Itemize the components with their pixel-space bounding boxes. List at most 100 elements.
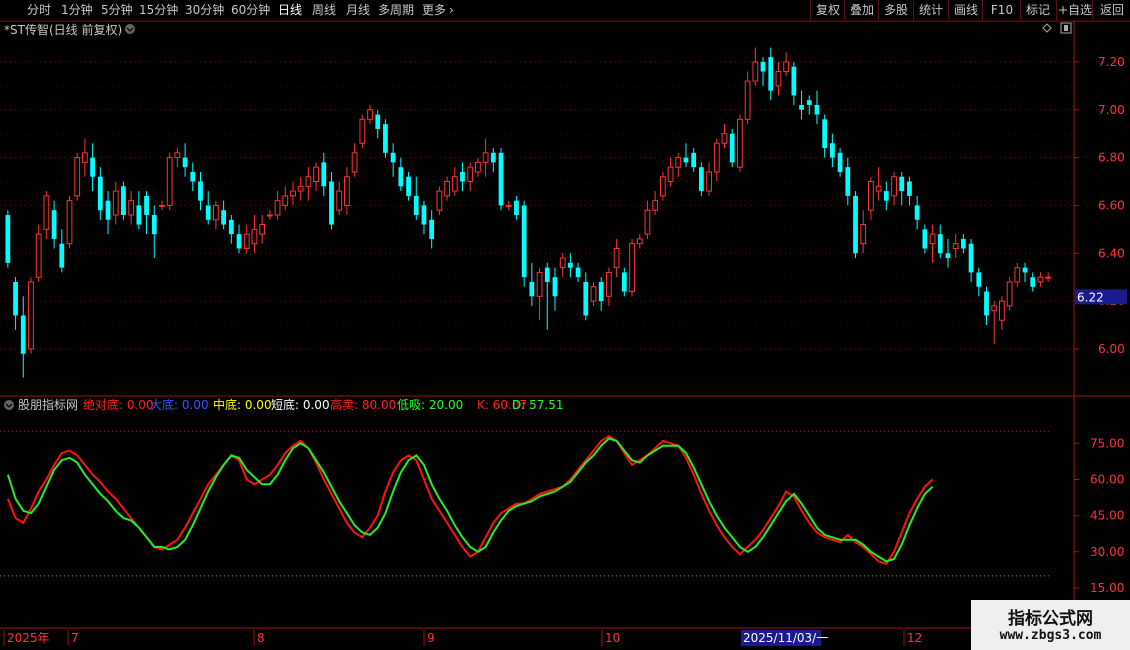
candle-down	[521, 205, 527, 278]
price-axis-label: 7.20	[1098, 55, 1125, 69]
candle-down	[544, 267, 550, 282]
candle-up	[213, 204, 219, 221]
date-axis-label: 12	[907, 631, 922, 645]
candle-up	[367, 109, 373, 120]
candle-down	[922, 229, 928, 249]
candle-up	[436, 190, 443, 211]
candle-up	[266, 214, 273, 217]
candle-down	[375, 114, 381, 129]
candle-up	[1037, 276, 1044, 283]
candle-up	[451, 176, 458, 192]
indicator-title: 股朋指标网	[18, 397, 78, 412]
candle-down	[822, 119, 828, 149]
period-tab-1[interactable]: 1分钟	[61, 2, 93, 18]
candle-down	[90, 157, 96, 177]
indicator-series	[6, 434, 934, 565]
toolbar-button-4[interactable]: 画线	[948, 0, 983, 20]
toolbar-button-3[interactable]: 统计	[913, 0, 948, 20]
toolbar-button-0[interactable]: 复权	[810, 0, 845, 20]
period-tab-3[interactable]: 15分钟	[139, 2, 178, 18]
date-axis-label: 7	[71, 631, 79, 645]
candle-up	[706, 171, 712, 192]
indicator-value-3: 短底: 0.00	[271, 397, 330, 412]
candle-up	[444, 181, 450, 197]
candle-down	[698, 167, 704, 192]
panel-menu-icon[interactable]	[125, 24, 135, 34]
candle-up	[74, 157, 81, 197]
indicator-axis-label: 60.00	[1090, 472, 1124, 486]
candle-down	[514, 200, 519, 215]
toolbar-button-8[interactable]: 返回	[1092, 0, 1130, 20]
diamond-icon[interactable]	[1042, 23, 1052, 33]
indicator-axis-label: 30.00	[1090, 545, 1124, 559]
candle-up	[860, 224, 867, 245]
toolbar-button-1[interactable]: 叠加	[844, 0, 879, 20]
period-tab-5[interactable]: 60分钟	[231, 2, 270, 18]
candle-down	[136, 205, 142, 225]
period-tab-6[interactable]: 日线	[278, 2, 302, 18]
candle-down	[984, 291, 989, 316]
period-tab-7[interactable]: 周线	[312, 2, 336, 18]
candle-up	[344, 176, 350, 206]
candle-down	[567, 262, 573, 268]
candle-down	[814, 104, 820, 115]
date-axis-label: 2025年	[7, 631, 50, 645]
candle-up	[652, 200, 659, 211]
candle-down	[460, 171, 465, 182]
candle-up	[1006, 281, 1013, 307]
period-tab-0[interactable]: 分时	[27, 2, 51, 18]
candle-down	[5, 215, 11, 263]
candle-up	[606, 271, 612, 297]
candle-down	[621, 272, 627, 292]
candle-up	[559, 257, 566, 269]
candle-up	[721, 133, 728, 144]
candle-up	[659, 176, 666, 197]
toolbar-button-7[interactable]: +自选	[1056, 0, 1093, 20]
candle-down	[907, 181, 912, 196]
candle-up	[482, 152, 489, 163]
candle-down	[683, 157, 689, 163]
indicator-menu-icon[interactable]	[4, 400, 14, 410]
more-chevron-icon[interactable]: ›	[449, 2, 454, 18]
candle-down	[799, 104, 804, 110]
candle-down	[853, 195, 858, 254]
period-tab-4[interactable]: 30分钟	[185, 2, 224, 18]
candle-up	[1045, 276, 1052, 279]
candle-down	[105, 200, 111, 220]
candle-up	[112, 190, 119, 216]
candle-up	[66, 200, 73, 245]
candle-down	[729, 133, 735, 163]
period-tab-2[interactable]: 5分钟	[101, 2, 133, 18]
candle-up	[752, 61, 759, 82]
candle-up	[952, 243, 959, 249]
watermark-title: 指标公式网	[1008, 609, 1093, 629]
period-tab-8[interactable]: 月线	[346, 2, 370, 18]
candle-up	[868, 181, 874, 211]
candle-down	[945, 253, 951, 259]
candle-down	[791, 66, 797, 96]
date-cursor-label: 2025/11/03/一	[743, 631, 828, 645]
candle-down	[960, 238, 966, 249]
period-tab-9[interactable]: 多周期	[378, 2, 414, 18]
candle-down	[845, 167, 851, 196]
toolbar-button-5[interactable]: F10	[982, 0, 1021, 20]
candle-down	[598, 281, 604, 302]
indicator-value-1: 大底: 0.00	[150, 397, 209, 412]
candle-up	[166, 157, 173, 206]
candle-up	[1014, 267, 1021, 283]
candle-up	[775, 70, 782, 87]
toolbar-button-6[interactable]: 标记	[1020, 0, 1055, 20]
period-tab-10[interactable]: 更多	[422, 2, 446, 18]
toolbar-button-2[interactable]: 多股	[878, 0, 913, 20]
watermark: 指标公式网 www.zbgs3.com	[971, 600, 1130, 650]
candle-down	[398, 167, 404, 187]
indicator-axis-label: 75.00	[1090, 436, 1124, 450]
chart-canvas[interactable]: 7.207.006.806.606.406.206.006.22*ST传智(日线…	[0, 0, 1130, 650]
indicator-value-7: D: 57.51	[512, 398, 563, 412]
candle-down	[914, 205, 920, 220]
candle-down	[575, 267, 581, 278]
candle-down	[144, 195, 149, 215]
candle-up	[675, 157, 682, 168]
candle-down	[413, 195, 419, 215]
candle-up	[713, 142, 720, 173]
